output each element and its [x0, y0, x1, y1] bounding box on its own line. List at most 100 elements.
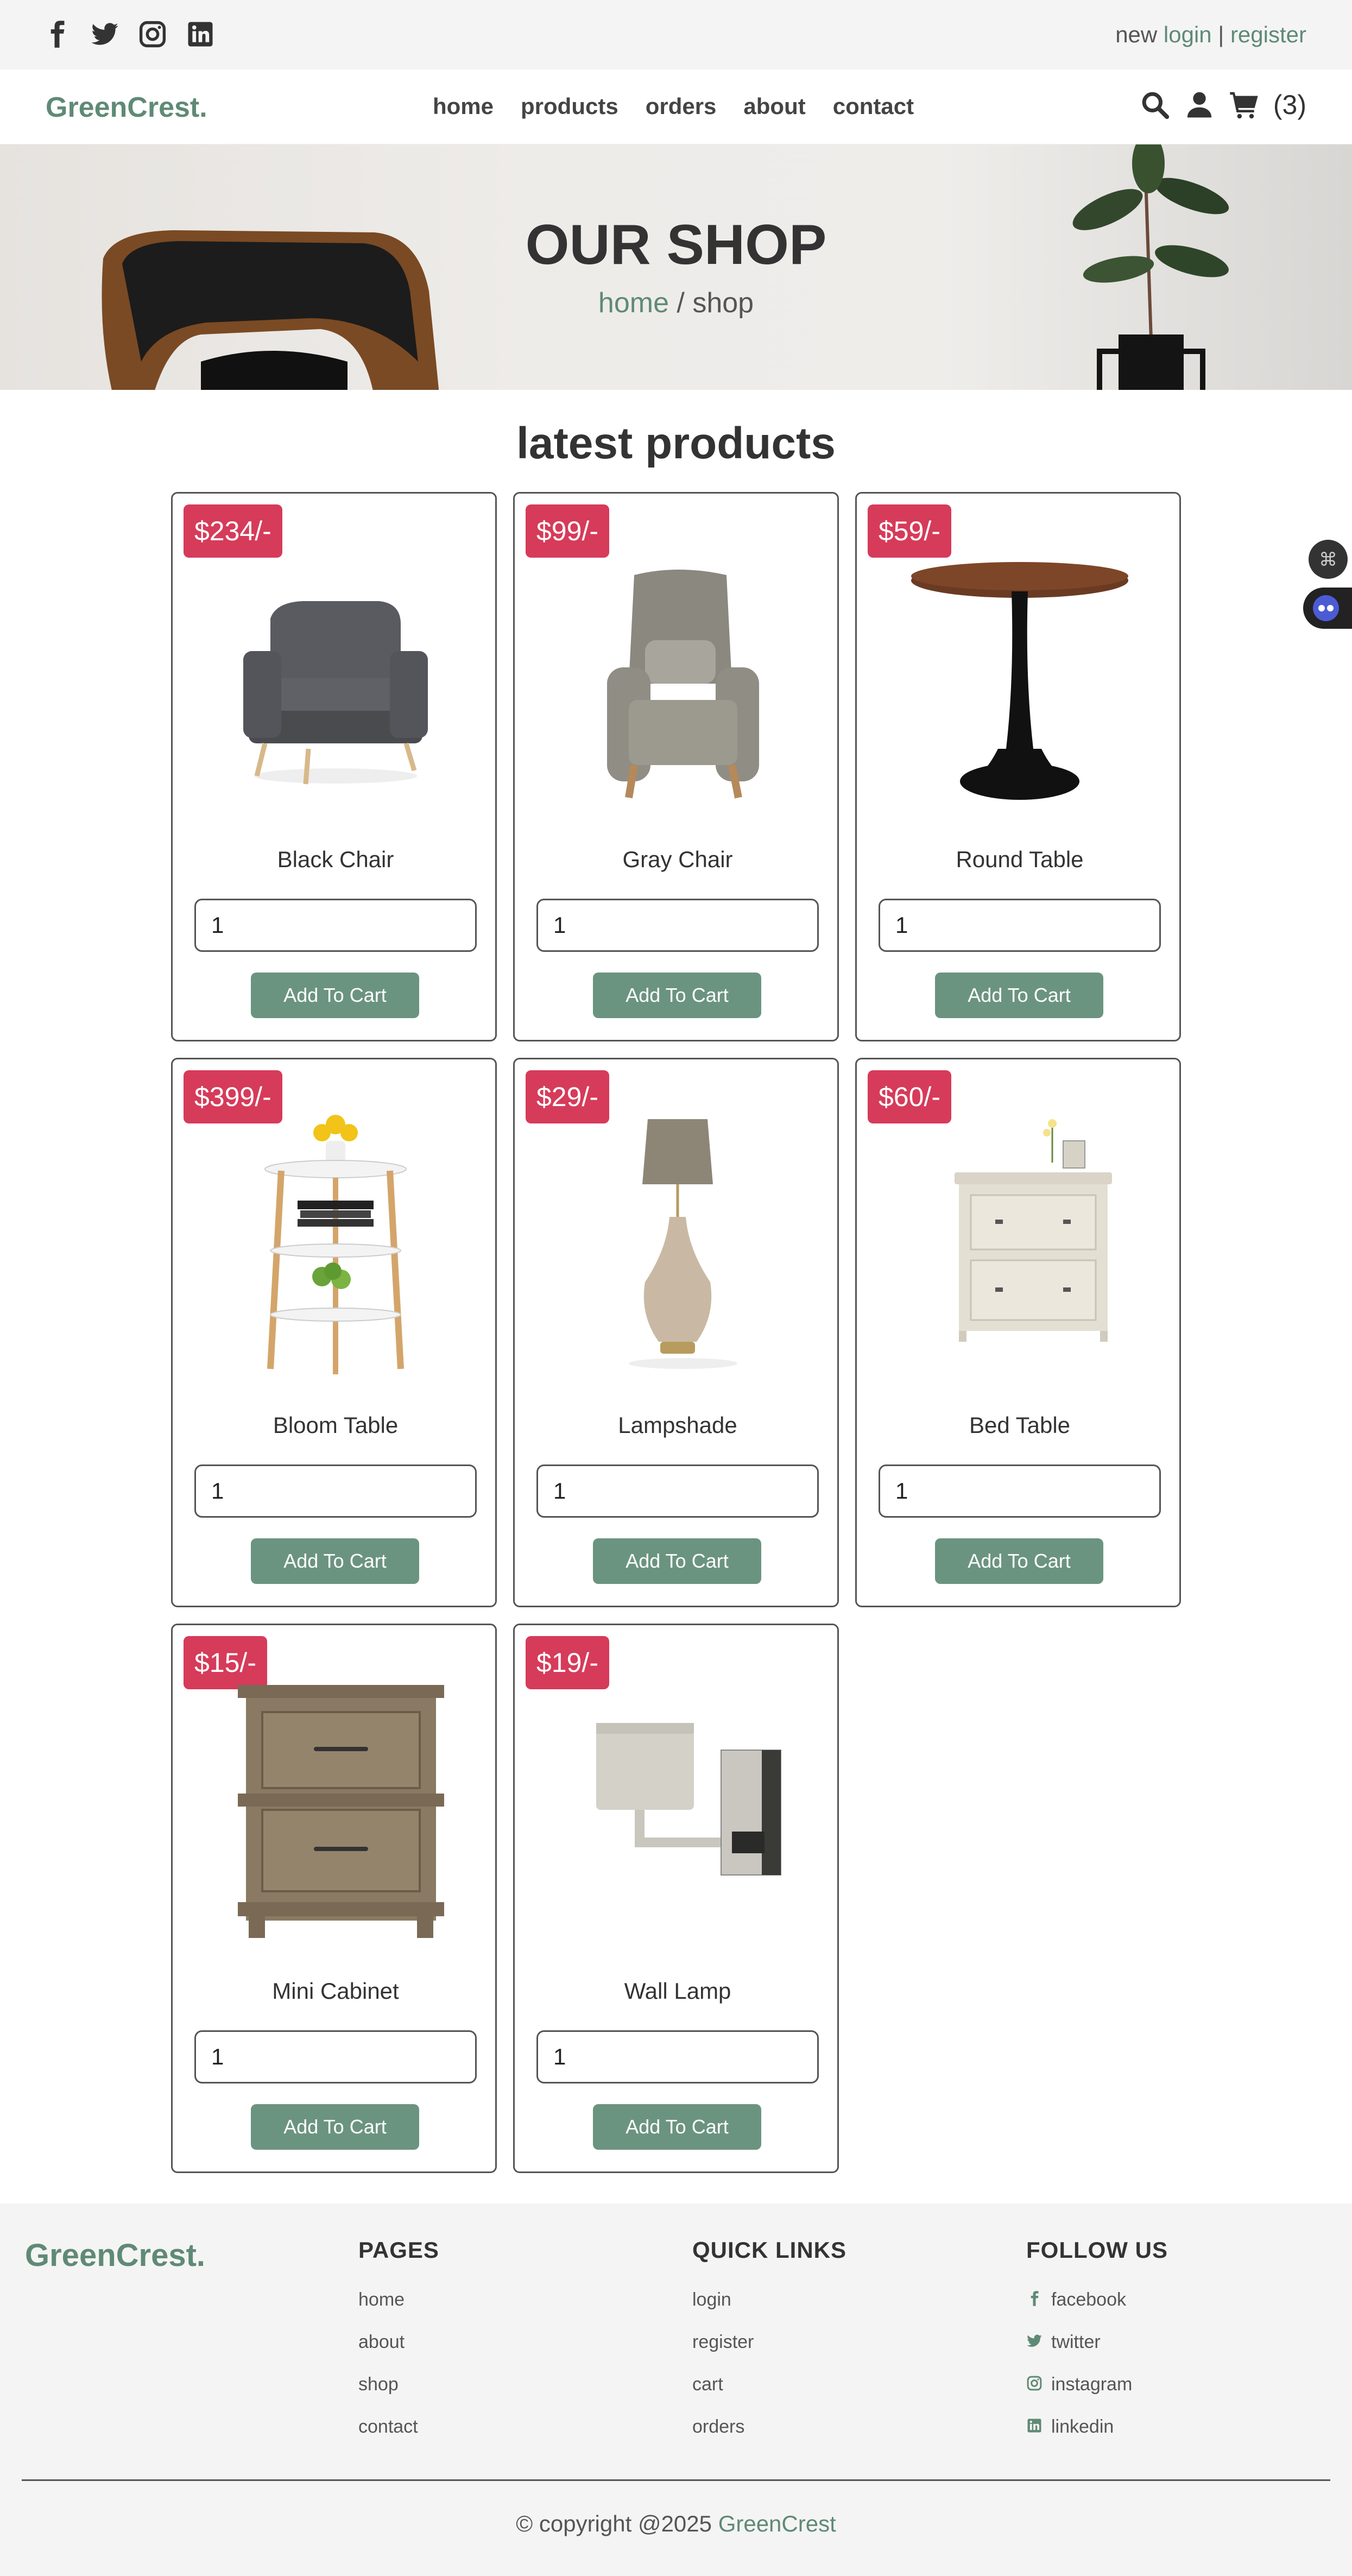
nav-link-contact[interactable]: contact: [833, 93, 914, 119]
command-widget-button[interactable]: ⌘: [1309, 540, 1348, 579]
product-card: $399/- Bloom Table Add To Cart: [171, 1058, 497, 1607]
footer-link-home[interactable]: home: [358, 2289, 630, 2332]
nav-link-orders[interactable]: orders: [646, 93, 717, 119]
footer-link-linkedin[interactable]: linkedin: [1026, 2416, 1298, 2459]
add-to-cart-button[interactable]: Add To Cart: [935, 1538, 1103, 1584]
add-to-cart-button[interactable]: Add To Cart: [593, 973, 761, 1018]
footer-follow-column: FOLLOW US facebook twitter instagram lin…: [1026, 2237, 1298, 2459]
footer-quick-title: QUICK LINKS: [692, 2237, 846, 2263]
copyright-brand[interactable]: GreenCrest: [718, 2511, 836, 2536]
bot-icon: [1313, 595, 1339, 621]
cart-count[interactable]: (3): [1273, 89, 1306, 121]
cart-icon[interactable]: [1229, 90, 1259, 120]
nav-link-about[interactable]: about: [743, 93, 805, 119]
quantity-input[interactable]: [879, 1464, 1161, 1518]
footer-link-label: about: [358, 2332, 405, 2352]
breadcrumb-home[interactable]: home: [598, 287, 669, 319]
add-to-cart-button[interactable]: Add To Cart: [251, 973, 419, 1018]
add-to-cart-button[interactable]: Add To Cart: [251, 2104, 419, 2150]
page-title: OUR SHOP: [525, 213, 827, 276]
product-card: $59/- Round Table Add To Cart: [855, 492, 1181, 1041]
copyright-text: © copyright @2025: [516, 2511, 718, 2536]
nav-links: home products orders about contact: [433, 93, 914, 119]
product-image: [264, 1115, 407, 1374]
footer-link-label: shop: [358, 2374, 399, 2395]
product-image: [238, 1685, 444, 1938]
footer-link-shop[interactable]: shop: [358, 2374, 630, 2416]
section-title: latest products: [516, 419, 836, 468]
footer-link-label: register: [692, 2332, 754, 2352]
copyright: © copyright @2025 GreenCrest: [0, 2511, 1352, 2537]
command-icon: ⌘: [1319, 549, 1337, 571]
login-link[interactable]: login: [1164, 22, 1212, 47]
footer-link-about[interactable]: about: [358, 2332, 630, 2374]
footer-pages-column: PAGES home about shop contact: [358, 2237, 630, 2459]
footer-quick-links-column: QUICK LINKS login register cart orders: [692, 2237, 964, 2459]
breadcrumb-current: shop: [692, 287, 754, 319]
footer-pages-title: PAGES: [358, 2237, 439, 2263]
quantity-input[interactable]: [536, 899, 819, 952]
facebook-icon[interactable]: [42, 20, 72, 49]
quantity-input[interactable]: [194, 899, 477, 952]
user-icon[interactable]: [1184, 90, 1215, 120]
product-card: $15/- Mini Cabinet Add To Cart: [171, 1624, 497, 2173]
footer: GreenCrest. PAGES home about shop contac…: [0, 2204, 1352, 2576]
footer-link-label: contact: [358, 2416, 418, 2437]
main-navbar: GreenCrest. home products orders about c…: [0, 70, 1352, 144]
product-card: $99/- Gray Chair Add To Cart: [513, 492, 839, 1041]
social-links: [42, 20, 215, 49]
footer-link-facebook[interactable]: facebook: [1026, 2289, 1298, 2332]
instagram-icon[interactable]: [138, 20, 167, 49]
instagram-icon: [1026, 2375, 1043, 2391]
product-image: [911, 562, 1128, 800]
nav-link-products[interactable]: products: [521, 93, 618, 119]
footer-link-twitter[interactable]: twitter: [1026, 2332, 1298, 2374]
nav-link-home[interactable]: home: [433, 93, 494, 119]
nav-icons: (3): [1140, 89, 1306, 121]
footer-link-instagram[interactable]: instagram: [1026, 2374, 1298, 2416]
auth-separator: |: [1218, 22, 1224, 47]
top-bar: new login | register: [0, 0, 1352, 70]
linkedin-icon[interactable]: [186, 20, 215, 49]
add-to-cart-button[interactable]: Add To Cart: [593, 2104, 761, 2150]
quantity-input[interactable]: [194, 2030, 477, 2083]
footer-link-register[interactable]: register: [692, 2332, 964, 2374]
twitter-icon[interactable]: [90, 20, 119, 49]
product-name: Bloom Table: [273, 1412, 399, 1438]
product-card: $29/- Lampshade Add To Cart: [513, 1058, 839, 1607]
footer-link-label: orders: [692, 2416, 745, 2437]
footer-logo[interactable]: GreenCrest.: [25, 2237, 205, 2274]
assistant-widget-button[interactable]: [1303, 588, 1352, 629]
linkedin-icon: [1026, 2417, 1043, 2434]
breadcrumb: home / shop: [0, 287, 1352, 319]
site-logo[interactable]: GreenCrest.: [46, 91, 207, 124]
product-image: [607, 570, 759, 799]
quantity-input[interactable]: [536, 2030, 819, 2083]
quantity-input[interactable]: [536, 1464, 819, 1518]
product-image: [629, 1119, 737, 1369]
auth-links: new login | register: [1115, 22, 1306, 48]
add-to-cart-button[interactable]: Add To Cart: [935, 973, 1103, 1018]
quantity-input[interactable]: [879, 899, 1161, 952]
auth-prefix: new: [1115, 22, 1158, 47]
product-card: $19/- Wall Lamp Add To Cart: [513, 1624, 839, 2173]
footer-link-contact[interactable]: contact: [358, 2416, 630, 2459]
svg-text:⌘: ⌘: [1319, 549, 1337, 571]
twitter-icon: [1026, 2333, 1043, 2349]
register-link[interactable]: register: [1230, 22, 1306, 47]
search-icon[interactable]: [1140, 90, 1170, 120]
product-name: Round Table: [956, 847, 1084, 872]
footer-link-label: twitter: [1051, 2332, 1101, 2352]
quantity-input[interactable]: [194, 1464, 477, 1518]
add-to-cart-button[interactable]: Add To Cart: [593, 1538, 761, 1584]
footer-link-login[interactable]: login: [692, 2289, 964, 2332]
footer-link-label: login: [692, 2289, 731, 2310]
footer-link-label: cart: [692, 2374, 723, 2395]
footer-divider: [22, 2479, 1330, 2481]
footer-link-cart[interactable]: cart: [692, 2374, 964, 2416]
product-image: [243, 601, 428, 785]
footer-link-orders[interactable]: orders: [692, 2416, 964, 2459]
product-card: $234/- Black Chair Add To Cart: [171, 492, 497, 1041]
add-to-cart-button[interactable]: Add To Cart: [251, 1538, 419, 1584]
footer-follow-title: FOLLOW US: [1026, 2237, 1168, 2263]
